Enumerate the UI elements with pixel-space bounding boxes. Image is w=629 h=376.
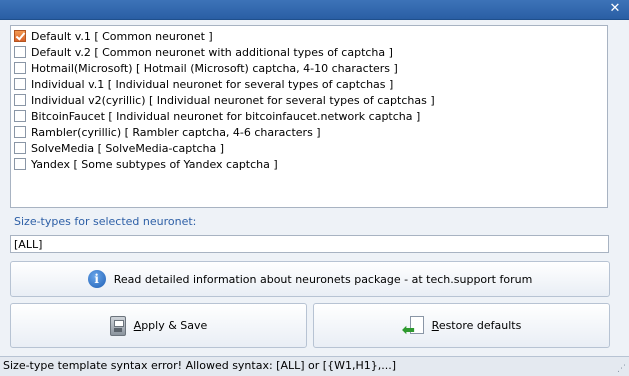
neuronet-checkbox[interactable] (14, 62, 26, 74)
neuronet-label: Individual v.1 [ Individual neuronet for… (31, 77, 394, 91)
size-types-input[interactable] (10, 235, 609, 253)
neuronet-label: Rambler(cyrillic) [ Rambler captcha, 4-6… (31, 125, 321, 139)
info-icon: i (87, 270, 106, 288)
neuronet-settings-window: ✕ Default v.1 [ Common neuronet ] Default… (0, 0, 629, 376)
neuronet-list-item[interactable]: Default v.2 [ Common neuronet with addit… (11, 44, 607, 60)
neuronet-list-item[interactable]: Individual v2(cyrillic) [ Individual neu… (11, 92, 607, 108)
neuronet-label: Default v.1 [ Common neuronet ] (31, 29, 213, 43)
neuronet-checkbox[interactable] (14, 46, 26, 58)
apply-save-label: Apply & Save (133, 319, 208, 332)
resize-grip-icon[interactable]: ⋰ (617, 364, 627, 374)
neuronet-list-item[interactable]: Yandex [ Some subtypes of Yandex captcha… (11, 156, 607, 172)
neuronet-checkbox[interactable] (14, 78, 26, 90)
neuronet-checkbox[interactable] (14, 126, 26, 138)
info-button-label: Read detailed information about neuronet… (113, 272, 533, 286)
restore-arrow-icon: ⬅ (402, 315, 424, 337)
info-forum-button[interactable]: i Read detailed information about neuron… (10, 261, 610, 297)
neuronet-list-item[interactable]: Hotmail(Microsoft) [ Hotmail (Microsoft)… (11, 60, 607, 76)
neuronet-list-item[interactable]: SolveMedia [ SolveMedia-captcha ] (11, 140, 607, 156)
neuronet-checkbox[interactable] (14, 142, 26, 154)
neuronet-checkbox[interactable] (14, 110, 26, 122)
neuronet-label: SolveMedia [ SolveMedia-captcha ] (31, 141, 225, 155)
status-bar: Size-type template syntax error! Allowed… (0, 356, 629, 376)
neuronet-checkbox[interactable] (14, 30, 26, 42)
size-types-label: Size-types for selected neuronet: (14, 215, 197, 228)
neuronet-list-item[interactable]: BitcoinFaucet [ Individual neuronet for … (11, 108, 607, 124)
neuronet-checkbox[interactable] (14, 158, 26, 170)
status-text: Size-type template syntax error! Allowed… (3, 359, 396, 372)
title-bar: ✕ (0, 0, 629, 20)
neuronet-checkbox[interactable] (14, 94, 26, 106)
neuronet-list[interactable]: Default v.1 [ Common neuronet ] Default v… (10, 25, 608, 208)
neuronet-label: Default v.2 [ Common neuronet with addit… (31, 45, 393, 59)
restore-defaults-label: Restore defaults (431, 319, 522, 332)
save-disk-icon (109, 315, 126, 336)
close-icon[interactable]: ✕ (607, 1, 623, 17)
neuronet-list-item[interactable]: Rambler(cyrillic) [ Rambler captcha, 4-6… (11, 124, 607, 140)
neuronet-label: Hotmail(Microsoft) [ Hotmail (Microsoft)… (31, 61, 398, 75)
restore-defaults-button[interactable]: ⬅ Restore defaults (313, 303, 610, 348)
neuronet-list-item[interactable]: Default v.1 [ Common neuronet ] (11, 28, 607, 44)
neuronet-label: Yandex [ Some subtypes of Yandex captcha… (31, 157, 278, 171)
neuronet-label: Individual v2(cyrillic) [ Individual neu… (31, 93, 435, 107)
neuronet-label: BitcoinFaucet [ Individual neuronet for … (31, 109, 421, 123)
neuronet-list-item[interactable]: Individual v.1 [ Individual neuronet for… (11, 76, 607, 92)
apply-save-button[interactable]: Apply & Save (10, 303, 307, 348)
